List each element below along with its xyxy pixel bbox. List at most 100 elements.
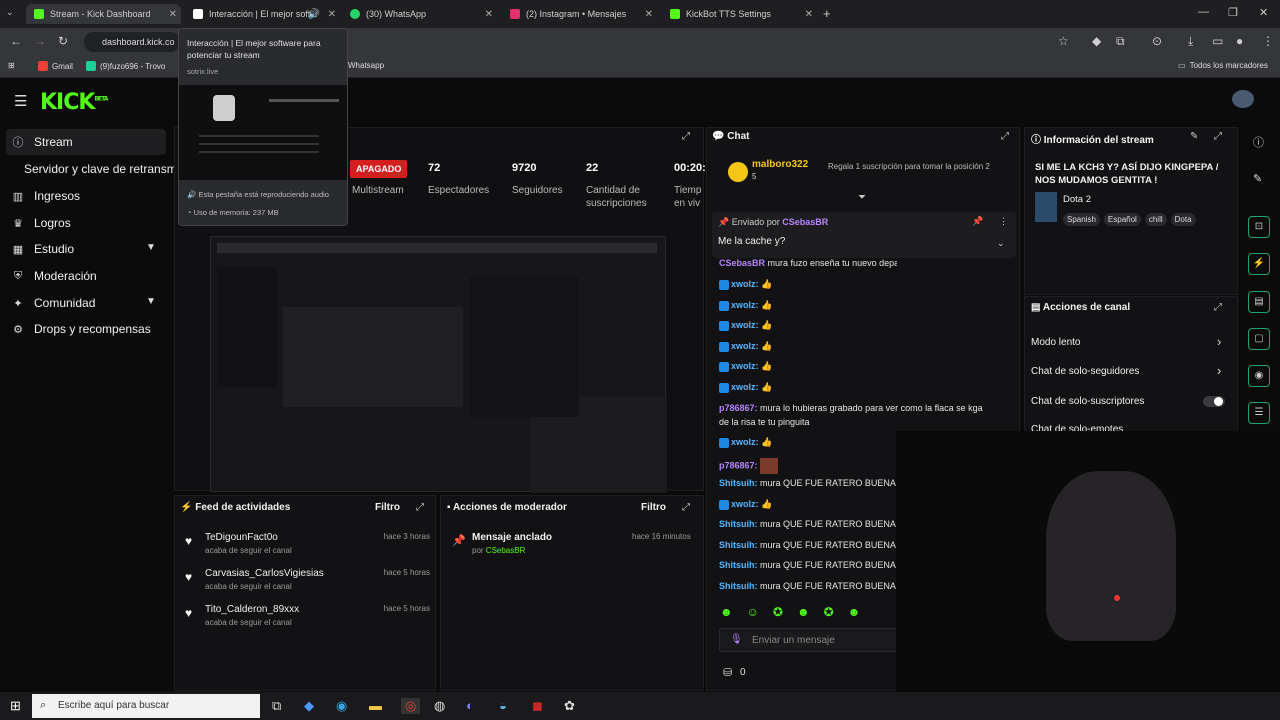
tab-kickbot[interactable]: KickBot TTS Settings ✕: [662, 4, 817, 24]
obs-icon[interactable]: ◍: [434, 698, 445, 714]
dota-icon[interactable]: ◼: [532, 698, 543, 714]
chat-username[interactable]: p786867:: [719, 403, 758, 413]
chat-username[interactable]: p786867:: [719, 460, 758, 470]
sidebar-item-estudio[interactable]: ▦ Estudio: [12, 242, 74, 256]
hamburger-menu-icon[interactable]: ☰: [14, 92, 27, 110]
tag[interactable]: Spanish: [1063, 213, 1100, 226]
user-avatar[interactable]: [1232, 90, 1254, 108]
sidebar-item-logros[interactable]: ♛ Logros: [12, 216, 71, 230]
rail-button-broadcast-icon[interactable]: ◉: [1248, 365, 1270, 387]
sidebar-item-moderacion[interactable]: ⛨ Moderación: [12, 269, 97, 283]
kick-logo[interactable]: KICKBETA: [40, 90, 108, 115]
microphone-icon[interactable]: 🎙: [730, 634, 743, 645]
emote-icon[interactable]: ☻: [797, 605, 810, 621]
tab-instagram[interactable]: (2) Instagram • Mensajes ✕: [502, 4, 657, 24]
download-icon[interactable]: ⤓: [1188, 34, 1193, 49]
tag[interactable]: Dota: [1170, 213, 1196, 226]
mod-filter-button[interactable]: Filtro: [641, 502, 666, 513]
app-icon[interactable]: ✿: [564, 698, 575, 714]
puzzle-icon[interactable]: ⧉: [1116, 34, 1125, 49]
expand-icon[interactable]: ⤢: [682, 502, 690, 513]
speaker-icon[interactable]: 🔊: [308, 9, 320, 20]
close-icon[interactable]: ✕: [169, 9, 177, 20]
scroll-down-icon[interactable]: ⏷: [858, 192, 866, 203]
chat-username[interactable]: Shitsuih:: [719, 560, 758, 570]
subs-only-toggle[interactable]: [1203, 396, 1225, 407]
emote-icon[interactable]: ☻: [848, 605, 861, 621]
forward-icon[interactable]: →: [34, 34, 46, 48]
followers-only-option[interactable]: Chat de solo-seguidores: [1031, 366, 1139, 377]
bookmark-trovo[interactable]: (9)fuzo696 - Trovo: [86, 61, 165, 71]
chevron-down-icon[interactable]: ▼: [146, 296, 156, 307]
sidebar-item-server-key[interactable]: Servidor y clave de retransmi: [24, 162, 179, 176]
task-view-icon[interactable]: ⧉: [272, 698, 281, 714]
tab-interaccion[interactable]: Interacción | El mejor softw 🔊 ✕: [185, 4, 340, 24]
maximize-icon[interactable]: ❐: [1228, 6, 1238, 19]
emote-icon[interactable]: ☺: [747, 605, 759, 621]
tab-search-icon[interactable]: ⌄: [6, 7, 14, 18]
minimize-icon[interactable]: —: [1198, 6, 1209, 18]
chat-username[interactable]: CSebasBR: [719, 258, 765, 268]
bookmark-gmail[interactable]: Gmail: [38, 61, 73, 71]
multistream-label[interactable]: Multistream: [352, 184, 404, 197]
rail-button-lightning-icon[interactable]: ⚡: [1248, 253, 1270, 275]
sidebar-item-comunidad[interactable]: ✦ Comunidad: [12, 296, 95, 310]
file-explorer-icon[interactable]: ▬: [369, 698, 382, 713]
chat-username[interactable]: xwolz:: [731, 320, 759, 330]
chat-username[interactable]: Shitsuih:: [719, 581, 758, 591]
taskbar-search[interactable]: ⌕ Escribe aquí para buscar: [32, 694, 260, 718]
emote-icon[interactable]: ✪: [773, 605, 783, 621]
tag[interactable]: Español: [1103, 213, 1141, 226]
extension-icon[interactable]: ◆: [1092, 34, 1101, 48]
feed-item-name[interactable]: Carvasias_CarlosVigiesias: [205, 568, 324, 579]
unpin-icon[interactable]: 📌: [972, 216, 983, 227]
sidebar-item-ingresos[interactable]: ▥ Ingresos: [12, 189, 80, 203]
chat-username[interactable]: xwolz:: [731, 341, 759, 351]
apps-grid-icon[interactable]: ⊞: [8, 61, 15, 70]
chat-username[interactable]: xwolz:: [731, 300, 759, 310]
close-icon[interactable]: ✕: [805, 9, 813, 20]
more-options-icon[interactable]: ⋮: [999, 216, 1008, 227]
rail-button-clipboard-icon[interactable]: ▤: [1248, 291, 1270, 313]
close-icon[interactable]: ✕: [485, 9, 493, 20]
emote-icon[interactable]: ✪: [824, 605, 834, 621]
feed-item-name[interactable]: TeDigounFact0o: [205, 532, 278, 543]
reload-icon[interactable]: ↻: [58, 34, 68, 48]
chat-input[interactable]: 🎙 Enviar un mensaje: [719, 628, 897, 652]
info-icon[interactable]: ⓘ: [1253, 134, 1264, 150]
edit-pencil-icon[interactable]: ✎: [1253, 172, 1262, 185]
back-icon[interactable]: ←: [10, 34, 22, 48]
chat-username[interactable]: xwolz:: [731, 361, 759, 371]
chat-username[interactable]: xwolz:: [731, 499, 759, 509]
discord-icon[interactable]: ◐: [466, 698, 474, 713]
slow-mode-option[interactable]: Modo lento: [1031, 337, 1080, 348]
mod-action-user[interactable]: CSebasBR: [486, 546, 526, 555]
stream-video-preview[interactable]: [210, 236, 667, 493]
close-icon[interactable]: ✕: [645, 9, 653, 20]
chevron-right-icon[interactable]: ›: [1217, 334, 1221, 349]
chat-username[interactable]: xwolz:: [731, 437, 759, 447]
chevron-down-icon[interactable]: ⌄: [997, 238, 1005, 249]
rail-button-layout-icon[interactable]: ☰: [1248, 402, 1270, 424]
url-field[interactable]: dashboard.kick.co: [84, 32, 180, 52]
points-icon[interactable]: ⛁: [723, 666, 732, 679]
emote-icon[interactable]: ☻: [720, 605, 733, 621]
game-name[interactable]: Dota 2: [1063, 194, 1091, 205]
tab-whatsapp[interactable]: (30) WhatsApp ✕: [342, 4, 497, 24]
sidepanel-icon[interactable]: ▭: [1212, 34, 1223, 48]
chat-username[interactable]: xwolz:: [731, 382, 759, 392]
close-icon[interactable]: ✕: [328, 9, 336, 20]
chat-username[interactable]: xwolz:: [731, 279, 759, 289]
rail-button-chat-icon[interactable]: ▢: [1248, 328, 1270, 350]
all-bookmarks[interactable]: ▭ Todos los marcadores: [1178, 61, 1268, 70]
bookmark-whatsapp[interactable]: Whatsapp: [348, 61, 384, 70]
media-icon[interactable]: ⊙: [1152, 34, 1162, 48]
star-icon[interactable]: ☆: [1058, 34, 1069, 48]
profile-avatar-icon[interactable]: ●: [1236, 34, 1243, 48]
expand-icon[interactable]: ⤢: [1214, 131, 1222, 142]
sidebar-item-stream[interactable]: ⓘ Stream: [6, 129, 166, 155]
windows-start-icon[interactable]: ⊞: [10, 698, 21, 714]
feed-item-name[interactable]: Tito_Calderon_89xxx: [205, 604, 299, 615]
expand-icon[interactable]: ⤢: [682, 131, 690, 142]
edge-icon[interactable]: ◉: [336, 698, 347, 714]
